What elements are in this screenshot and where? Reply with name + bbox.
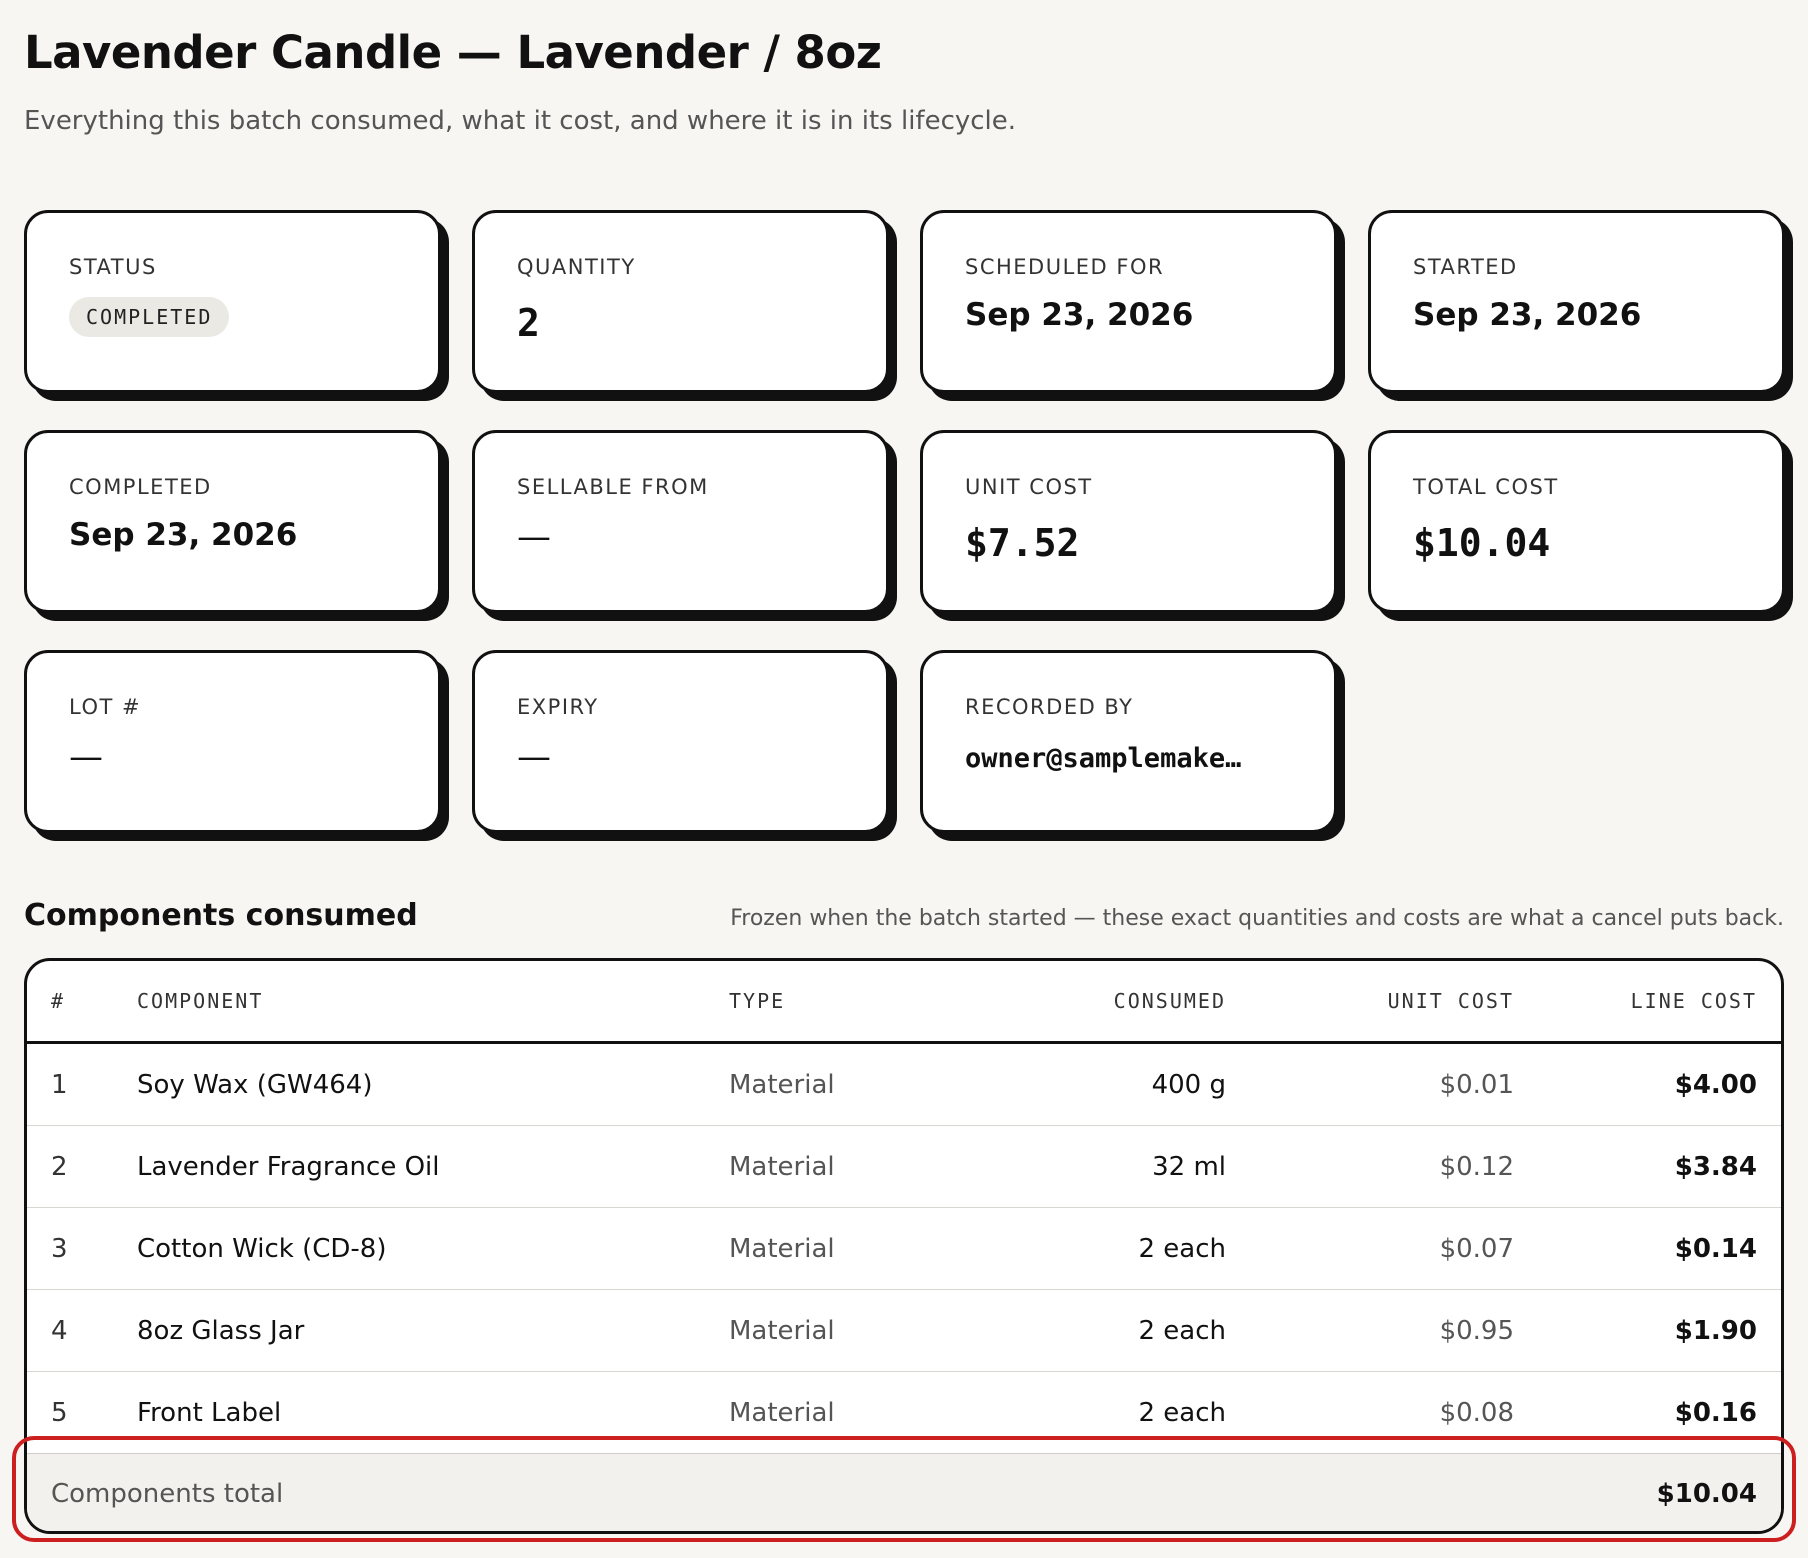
components-total-label: Components total [27, 1453, 1005, 1531]
cell-consumed: 32 ml [1005, 1125, 1250, 1208]
stat-label: SCHEDULED FOR [965, 255, 1165, 279]
stat-label: LOT # [69, 695, 142, 719]
stat-value-quantity: 2 [517, 301, 540, 345]
status-badge: COMPLETED [69, 297, 230, 337]
cell-component: 8oz Glass Jar [113, 1289, 705, 1372]
components-section-note: Frozen when the batch started — these ex… [730, 906, 1784, 931]
stat-value-lot: — [69, 737, 103, 777]
cell-consumed: 400 g [1005, 1042, 1250, 1126]
stat-label: QUANTITY [517, 255, 636, 279]
cell-unit-cost: $0.95 [1250, 1289, 1538, 1372]
components-table-container: # COMPONENT TYPE CONSUMED UNIT COST LINE… [24, 958, 1784, 1534]
stat-value-total-cost: $10.04 [1413, 521, 1551, 565]
components-total-value: $10.04 [1005, 1453, 1781, 1531]
table-row: 4 8oz Glass Jar Material 2 each $0.95 $1… [27, 1289, 1781, 1372]
page-subtitle: Everything this batch consumed, what it … [24, 106, 1017, 136]
stat-card-expiry: EXPIRY — [472, 650, 889, 833]
column-header-component: COMPONENT [113, 961, 705, 1044]
stat-card-total-cost: TOTAL COST $10.04 [1368, 430, 1785, 613]
cell-consumed: 2 each [1005, 1289, 1250, 1372]
table-row: 1 Soy Wax (GW464) Material 400 g $0.01 $… [27, 1042, 1781, 1126]
stat-card-sellable-from: SELLABLE FROM — [472, 430, 889, 613]
components-section-title: Components consumed [24, 898, 418, 933]
cell-component: Soy Wax (GW464) [113, 1042, 705, 1126]
stat-value-recorded-by: owner@samplemake… [965, 743, 1242, 774]
stat-value-expiry: — [517, 737, 551, 777]
stat-label: TOTAL COST [1413, 475, 1559, 499]
cell-unit-cost: $0.12 [1250, 1125, 1538, 1208]
stat-card-lot: LOT # — [24, 650, 441, 833]
components-table: # COMPONENT TYPE CONSUMED UNIT COST LINE… [27, 961, 1781, 1531]
column-header-num: # [27, 961, 113, 1044]
table-row: 2 Lavender Fragrance Oil Material 32 ml … [27, 1125, 1781, 1208]
column-header-consumed: CONSUMED [1005, 961, 1250, 1044]
cell-line-cost: $0.16 [1674, 1397, 1757, 1428]
stat-value-completed: Sep 23, 2026 [69, 517, 298, 553]
stat-label: SELLABLE FROM [517, 475, 709, 499]
table-row: 5 Front Label Material 2 each $0.08 $0.1… [27, 1372, 1781, 1454]
stat-label: UNIT COST [965, 475, 1093, 499]
cell-line-cost: $1.90 [1538, 1289, 1781, 1372]
column-header-unit-cost: UNIT COST [1250, 961, 1538, 1044]
column-header-type: TYPE [705, 961, 1005, 1044]
stat-card-unit-cost: UNIT COST $7.52 [920, 430, 1337, 613]
column-header-line-cost: LINE COST [1538, 961, 1781, 1044]
stat-card-recorded-by: RECORDED BY owner@samplemake… [920, 650, 1337, 833]
cell-consumed: 2 each [1005, 1207, 1250, 1290]
batch-detail-page: Lavender Candle — Lavender / 8oz Everyth… [0, 0, 1808, 1558]
cell-type: Material [705, 1207, 1005, 1290]
stat-value-started: Sep 23, 2026 [1413, 297, 1642, 333]
stats-grid: STATUS COMPLETED QUANTITY 2 SCHEDULED FO… [24, 210, 1785, 833]
stat-label: COMPLETED [69, 475, 212, 499]
table-header-row: # COMPONENT TYPE CONSUMED UNIT COST LINE… [27, 961, 1781, 1044]
page-title: Lavender Candle — Lavender / 8oz [24, 26, 882, 79]
cell-unit-cost: $0.01 [1250, 1042, 1538, 1126]
stat-card-started: STARTED Sep 23, 2026 [1368, 210, 1785, 393]
cell-num: 2 [27, 1125, 113, 1208]
table-row: 3 Cotton Wick (CD-8) Material 2 each $0.… [27, 1207, 1781, 1290]
cell-num: 5 [51, 1397, 68, 1428]
cell-type: Material [729, 1397, 835, 1428]
stat-card-status: STATUS COMPLETED [24, 210, 441, 393]
stat-value-unit-cost: $7.52 [965, 521, 1080, 565]
cell-type: Material [705, 1125, 1005, 1208]
cell-component: Front Label [137, 1397, 282, 1428]
stat-card-quantity: QUANTITY 2 [472, 210, 889, 393]
cell-component: Cotton Wick (CD-8) [113, 1207, 705, 1290]
cell-component: Lavender Fragrance Oil [113, 1125, 705, 1208]
cell-unit-cost: $0.08 [1439, 1397, 1514, 1428]
cell-line-cost: $0.14 [1538, 1207, 1781, 1290]
stat-card-scheduled-for: SCHEDULED FOR Sep 23, 2026 [920, 210, 1337, 393]
cell-num: 3 [27, 1207, 113, 1290]
cell-num: 1 [27, 1042, 113, 1126]
components-total-row: Components total $10.04 [27, 1453, 1781, 1531]
cell-type: Material [705, 1289, 1005, 1372]
stat-label: EXPIRY [517, 695, 599, 719]
stat-label: STATUS [69, 255, 157, 279]
cell-type: Material [705, 1042, 1005, 1126]
stat-value-sellable-from: — [517, 517, 551, 557]
stat-label: STARTED [1413, 255, 1518, 279]
stat-card-completed: COMPLETED Sep 23, 2026 [24, 430, 441, 613]
cell-line-cost: $4.00 [1538, 1042, 1781, 1126]
stat-value-scheduled-for: Sep 23, 2026 [965, 297, 1194, 333]
stat-label: RECORDED BY [965, 695, 1134, 719]
cell-line-cost: $3.84 [1538, 1125, 1781, 1208]
cell-unit-cost: $0.07 [1250, 1207, 1538, 1290]
cell-consumed: 2 each [1138, 1397, 1226, 1428]
cell-num: 4 [27, 1289, 113, 1372]
